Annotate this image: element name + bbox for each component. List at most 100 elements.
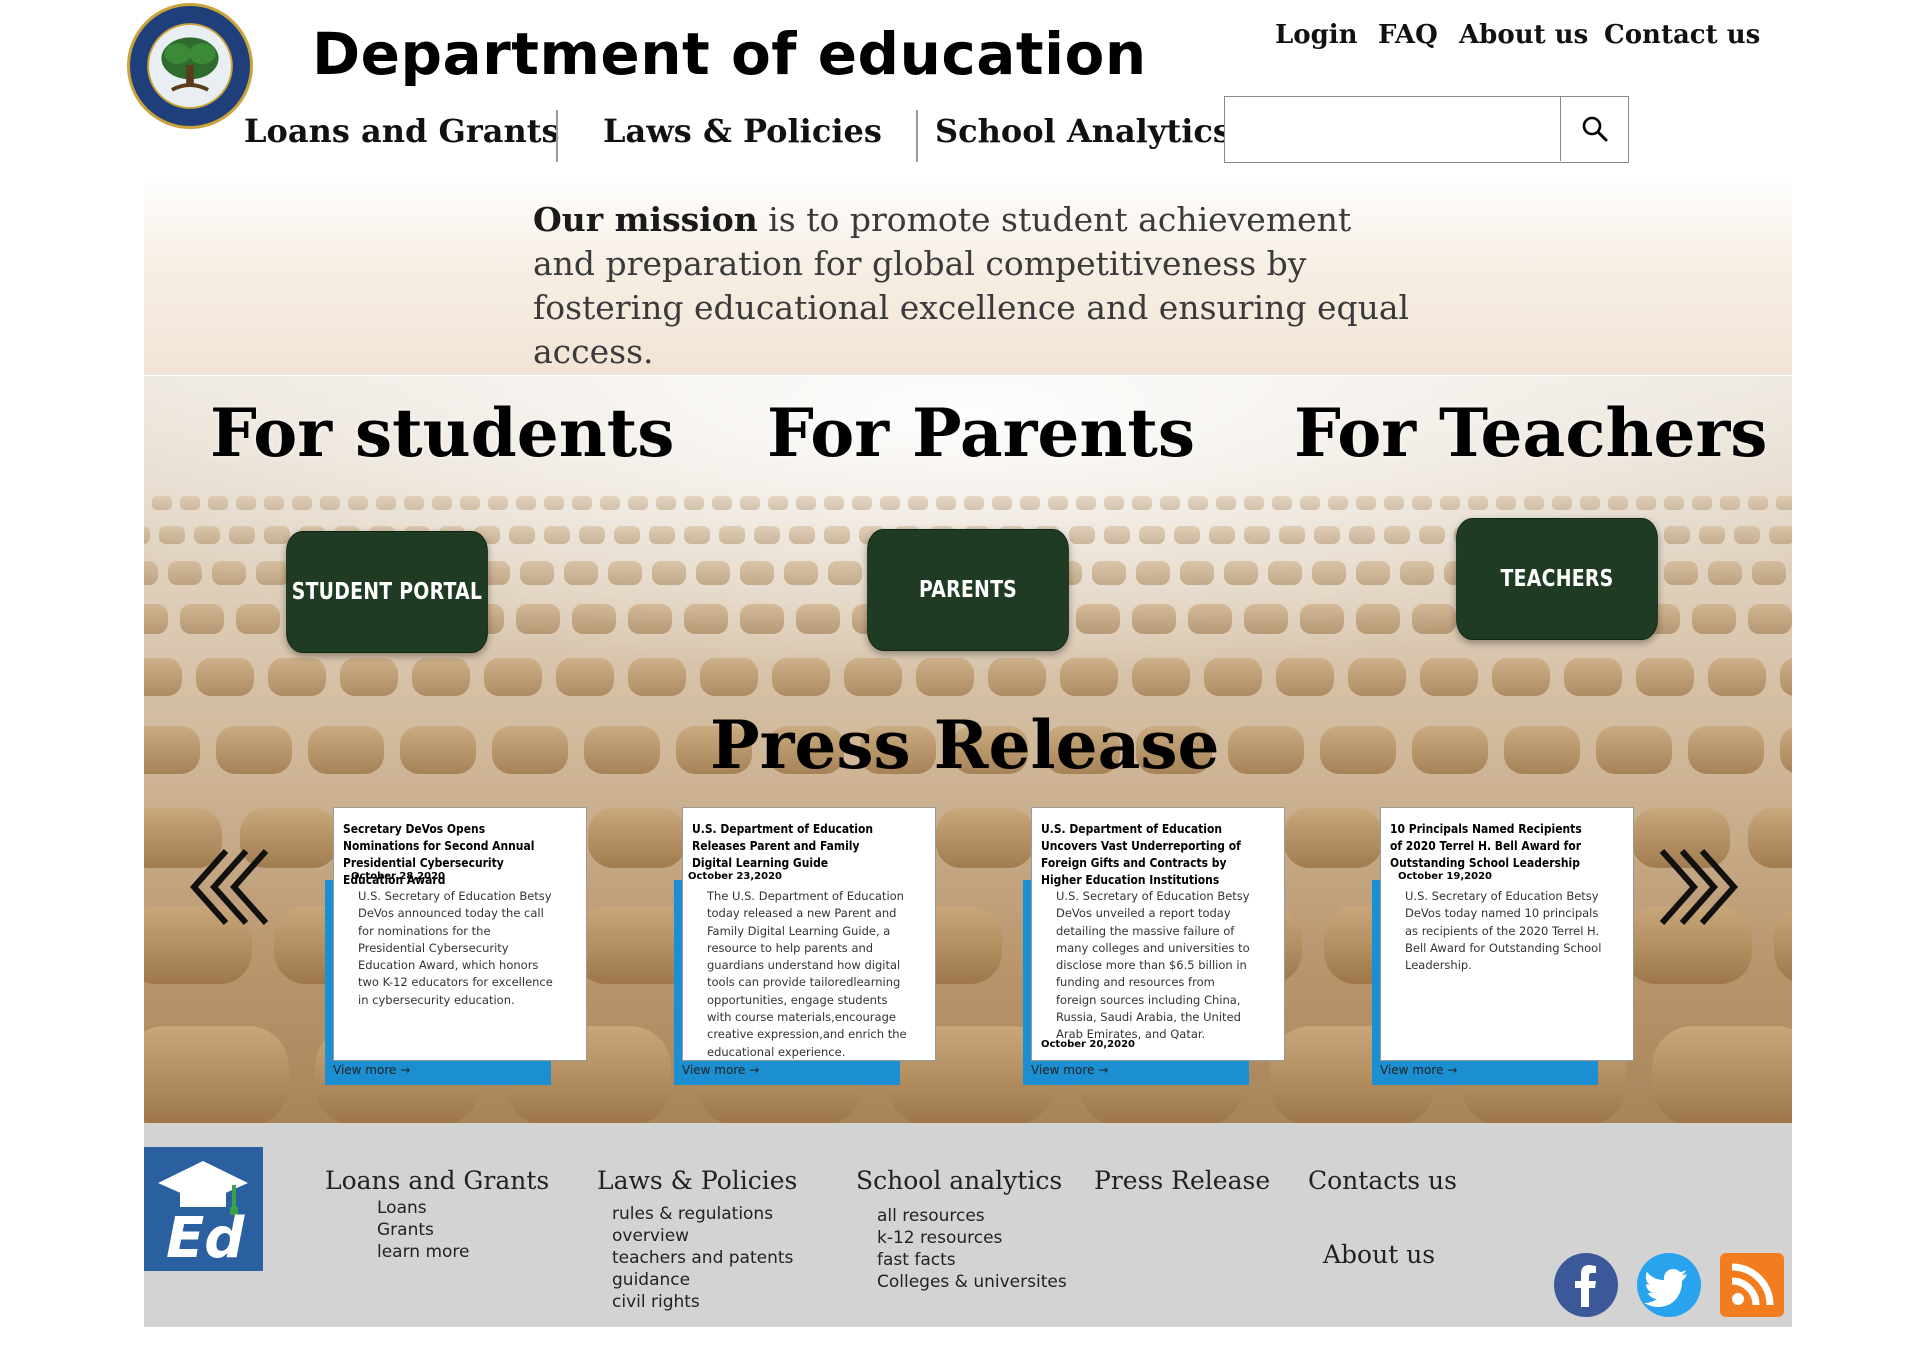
- auditorium-seat: [196, 658, 254, 696]
- footer-link[interactable]: Colleges & universites: [877, 1271, 1067, 1293]
- carousel-next-arrow-icon[interactable]: [1652, 847, 1742, 927]
- search-button[interactable]: [1560, 97, 1628, 161]
- search-input[interactable]: [1225, 97, 1559, 161]
- auditorium-seat: [649, 526, 675, 544]
- auditorium-seat: [144, 604, 168, 634]
- footer-heading-press-release[interactable]: Press Release: [1094, 1166, 1270, 1195]
- auditorium-seat: [256, 561, 290, 585]
- auditorium-seat: [789, 526, 815, 544]
- footer-heading-laws-and-policies[interactable]: Laws & Policies: [597, 1166, 797, 1195]
- footer-link[interactable]: k-12 resources: [877, 1227, 1002, 1249]
- nav-school-analytics[interactable]: School Analytics: [935, 112, 1231, 150]
- teachers-button[interactable]: Teachers: [1456, 518, 1658, 640]
- view-more-link[interactable]: View more →: [333, 1063, 410, 1077]
- about-us-link[interactable]: About us: [1459, 20, 1588, 50]
- press-card-title: 10 Principals Named Recipients of 2020 T…: [1390, 821, 1582, 870]
- footer-link[interactable]: overview: [612, 1225, 689, 1247]
- auditorium-seat: [796, 604, 840, 634]
- auditorium-seat: [684, 496, 704, 510]
- auditorium-seat: [740, 496, 760, 510]
- auditorium-seat: [1412, 726, 1488, 774]
- arrow-right-icon: →: [1098, 1063, 1109, 1077]
- auditorium-seat: [740, 604, 784, 634]
- auditorium-seat: [1188, 604, 1232, 634]
- auditorium-seat: [1468, 496, 1488, 510]
- view-more-link[interactable]: View more →: [1031, 1063, 1108, 1077]
- press-card[interactable]: 10 Principals Named Recipients of 2020 T…: [1380, 807, 1634, 1061]
- auditorium-seat: [1279, 526, 1305, 544]
- auditorium-seat: [936, 496, 956, 510]
- auditorium-seat: [824, 526, 850, 544]
- auditorium-seat: [614, 526, 640, 544]
- view-more-link[interactable]: View more →: [682, 1063, 759, 1077]
- auditorium-seat: [719, 526, 745, 544]
- auditorium-seat: [1314, 526, 1340, 544]
- auditorium-seat: [652, 561, 686, 585]
- press-card[interactable]: U.S. Department of Education Uncovers Va…: [1031, 807, 1285, 1061]
- department-seal-logo[interactable]: [127, 3, 253, 129]
- auditorium-seat: [1636, 658, 1694, 696]
- arrow-right-icon: →: [400, 1063, 411, 1077]
- auditorium-seat: [460, 496, 480, 510]
- contact-us-link[interactable]: Contact us: [1604, 20, 1760, 50]
- auditorium-seat: [1752, 561, 1786, 585]
- footer-link[interactable]: fast facts: [877, 1249, 956, 1271]
- auditorium-seat: [1776, 496, 1792, 510]
- auditorium-seat: [1774, 909, 1792, 981]
- auditorium-seat: [1076, 496, 1096, 510]
- student-portal-button[interactable]: Student Portal: [286, 531, 488, 653]
- auditorium-seat: [264, 526, 290, 544]
- footer-link[interactable]: guidance: [612, 1269, 690, 1291]
- footer-link[interactable]: Grants: [377, 1219, 434, 1241]
- footer-link[interactable]: rules & regulations: [612, 1203, 773, 1225]
- footer-heading-school-analytics[interactable]: School analytics: [856, 1166, 1062, 1195]
- nav-laws-and-policies[interactable]: Laws & Policies: [603, 112, 882, 150]
- auditorium-seat: [488, 496, 508, 510]
- auditorium-seat: [1492, 658, 1550, 696]
- login-link[interactable]: Login: [1275, 20, 1358, 50]
- auditorium-seat: [1564, 658, 1622, 696]
- faq-link[interactable]: FAQ: [1378, 20, 1438, 50]
- auditorium-seat: [1692, 496, 1712, 510]
- footer-link[interactable]: civil rights: [612, 1291, 700, 1313]
- auditorium-seat: [1664, 526, 1690, 544]
- auditorium-seat: [656, 496, 676, 510]
- auditorium-seat: [212, 561, 246, 585]
- press-card[interactable]: U.S. Department of Education Releases Pa…: [682, 807, 936, 1061]
- rss-icon[interactable]: [1720, 1253, 1784, 1317]
- footer-heading-loans-and-grants[interactable]: Loans and Grants: [325, 1166, 549, 1195]
- auditorium-seat: [1699, 526, 1725, 544]
- twitter-icon[interactable]: [1637, 1253, 1701, 1317]
- view-more-link[interactable]: View more →: [1380, 1063, 1457, 1077]
- auditorium-seat: [1504, 726, 1580, 774]
- auditorium-seat: [516, 496, 536, 510]
- footer-link[interactable]: all resources: [877, 1205, 985, 1227]
- auditorium-seat: [144, 1026, 289, 1123]
- auditorium-seat: [1524, 496, 1544, 510]
- carousel-prev-arrow-icon[interactable]: [190, 847, 276, 927]
- auditorium-seat: [516, 604, 560, 634]
- auditorium-seat: [1748, 604, 1792, 634]
- auditorium-seat: [236, 604, 280, 634]
- press-card[interactable]: Secretary DeVos Opens Nominations for Se…: [333, 807, 587, 1061]
- nav-loans-and-grants[interactable]: Loans and Grants: [244, 112, 560, 150]
- svg-text:Ed: Ed: [166, 1206, 245, 1271]
- auditorium-seat: [544, 496, 564, 510]
- ed-logo[interactable]: Ed: [144, 1147, 263, 1271]
- auditorium-seat: [1139, 526, 1165, 544]
- view-more-label: View more: [1031, 1063, 1095, 1077]
- auditorium-seat: [1276, 658, 1334, 696]
- footer-about-us-link[interactable]: About us: [1323, 1240, 1435, 1269]
- parents-button[interactable]: Parents: [867, 529, 1069, 651]
- auditorium-seat: [1708, 658, 1766, 696]
- auditorium-seat: [1132, 604, 1176, 634]
- footer-heading-contacts-us[interactable]: Contacts us: [1308, 1166, 1457, 1195]
- footer-link[interactable]: teachers and patents: [612, 1247, 793, 1269]
- footer-link[interactable]: Loans: [377, 1197, 427, 1219]
- auditorium-seat: [1384, 526, 1410, 544]
- facebook-icon[interactable]: [1554, 1253, 1618, 1317]
- auditorium-seat: [1720, 496, 1740, 510]
- auditorium-seat: [1048, 496, 1068, 510]
- auditorium-seat: [1412, 496, 1432, 510]
- footer-link[interactable]: learn more: [377, 1241, 470, 1263]
